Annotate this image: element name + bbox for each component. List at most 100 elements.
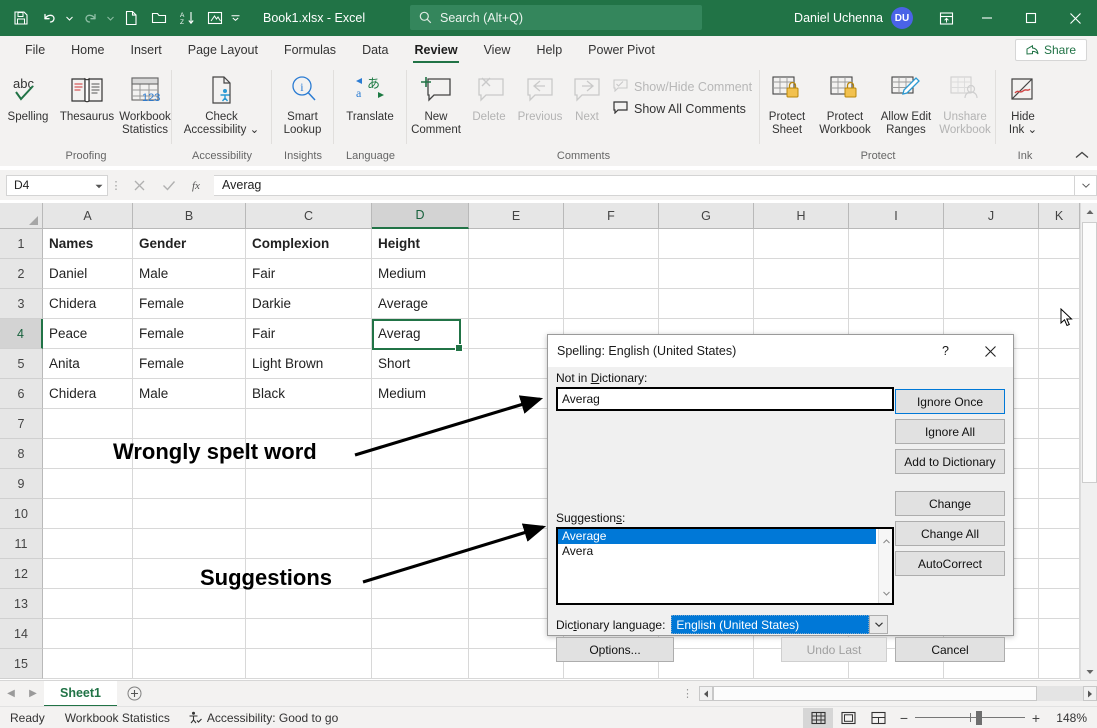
cell-f1[interactable] [564,229,659,259]
row-header-9[interactable]: 9 [0,469,43,499]
cell-c2[interactable]: Fair [246,259,372,289]
autocorrect-button[interactable]: AutoCorrect [895,551,1005,576]
column-header-d[interactable]: D [372,203,469,229]
vertical-scrollbar[interactable] [1080,203,1097,680]
zoom-in-button[interactable]: + [1025,710,1047,726]
cell-d9[interactable] [372,469,469,499]
scroll-up-icon[interactable] [1081,203,1097,220]
cell-k13[interactable] [1039,589,1080,619]
zoom-slider-thumb[interactable] [976,711,982,725]
cell-a3[interactable]: Chidera [43,289,133,319]
change-button[interactable]: Change [895,491,1005,516]
cell-d2[interactable]: Medium [372,259,469,289]
formula-input[interactable]: Averag [214,175,1075,196]
cancel-icon[interactable] [124,173,154,197]
cell-b14[interactable] [133,619,246,649]
cell-j2[interactable] [944,259,1039,289]
cell-a7[interactable] [43,409,133,439]
options-button[interactable]: Options... [556,637,674,662]
chevron-down-icon-ink[interactable]: ⌄ [1027,124,1037,136]
redo-icon[interactable] [77,5,103,31]
cell-d11[interactable] [372,529,469,559]
row-header-13[interactable]: 13 [0,589,43,619]
tab-data[interactable]: Data [349,36,401,64]
zoom-slider[interactable] [915,708,1025,728]
insert-function-icon[interactable]: fx [184,173,214,197]
column-header-c[interactable]: C [246,203,372,229]
cell-a4[interactable]: Peace [43,319,133,349]
cell-d6[interactable]: Medium [372,379,469,409]
cell-k12[interactable] [1039,559,1080,589]
column-header-a[interactable]: A [43,203,133,229]
expand-formula-bar-icon[interactable] [1075,175,1097,196]
cell-c6[interactable]: Black [246,379,372,409]
tab-insert[interactable]: Insert [118,36,175,64]
cell-d12[interactable] [372,559,469,589]
tab-review[interactable]: Review [401,36,470,64]
add-to-dictionary-button[interactable]: Add to Dictionary [895,449,1005,474]
column-header-e[interactable]: E [469,203,564,229]
cell-b11[interactable] [133,529,246,559]
cell-c14[interactable] [246,619,372,649]
select-all-button[interactable] [0,203,43,229]
close-button[interactable] [1053,0,1097,36]
tab-page-layout[interactable]: Page Layout [175,36,271,64]
cell-k1[interactable] [1039,229,1080,259]
dictionary-language-select[interactable]: English (United States) [671,615,869,634]
scroll-down-icon[interactable] [1081,663,1097,680]
dialog-help-button[interactable]: ? [923,335,968,367]
cell-c1[interactable]: Complexion [246,229,372,259]
cell-h1[interactable] [754,229,849,259]
cell-b15[interactable] [133,649,246,679]
cell-e2[interactable] [469,259,564,289]
cell-c15[interactable] [246,649,372,679]
cell-b4[interactable]: Female [133,319,246,349]
add-sheet-button[interactable] [117,686,151,701]
zoom-out-button[interactable]: − [893,710,915,726]
cell-e15[interactable] [469,649,564,679]
cell-e1[interactable] [469,229,564,259]
cell-f3[interactable] [564,289,659,319]
undo-dropdown-icon[interactable] [64,5,75,31]
cell-b2[interactable]: Male [133,259,246,289]
ignore-once-button[interactable]: Ignore Once [895,389,1005,414]
cell-b1[interactable]: Gender [133,229,246,259]
cell-a2[interactable]: Daniel [43,259,133,289]
formula-bar-handle[interactable]: ⋮ [108,179,124,192]
cell-c7[interactable] [246,409,372,439]
cell-d15[interactable] [372,649,469,679]
list-item[interactable]: Avera [558,544,876,559]
column-header-k[interactable]: K [1039,203,1080,229]
cell-c11[interactable] [246,529,372,559]
cell-a6[interactable]: Chidera [43,379,133,409]
new-icon[interactable] [118,5,144,31]
undo-icon[interactable] [36,5,62,31]
cell-k15[interactable] [1039,649,1080,679]
enter-check-icon[interactable] [154,173,184,197]
touch-mode-icon[interactable] [202,5,228,31]
column-header-f[interactable]: F [564,203,659,229]
zoom-level-label[interactable]: 148% [1047,711,1087,725]
row-header-2[interactable]: 2 [0,259,43,289]
sheet-nav-next-icon[interactable]: ▶ [22,688,44,699]
cell-j3[interactable] [944,289,1039,319]
row-header-12[interactable]: 12 [0,559,43,589]
cell-d1[interactable]: Height [372,229,469,259]
suggestions-scrollbar[interactable] [878,529,892,603]
cell-g3[interactable] [659,289,754,319]
tab-home[interactable]: Home [58,36,117,64]
column-header-g[interactable]: G [659,203,754,229]
cell-k6[interactable] [1039,379,1080,409]
cell-k11[interactable] [1039,529,1080,559]
cell-d7[interactable] [372,409,469,439]
tab-power-pivot[interactable]: Power Pivot [575,36,668,64]
column-header-j[interactable]: J [944,203,1039,229]
cell-k2[interactable] [1039,259,1080,289]
cell-d13[interactable] [372,589,469,619]
cell-a10[interactable] [43,499,133,529]
share-button[interactable]: Share [1015,39,1087,61]
horizontal-scrollbar[interactable] [699,686,1097,702]
sort-az-icon[interactable]: AZ [174,5,200,31]
cell-h3[interactable] [754,289,849,319]
row-header-1[interactable]: 1 [0,229,43,259]
